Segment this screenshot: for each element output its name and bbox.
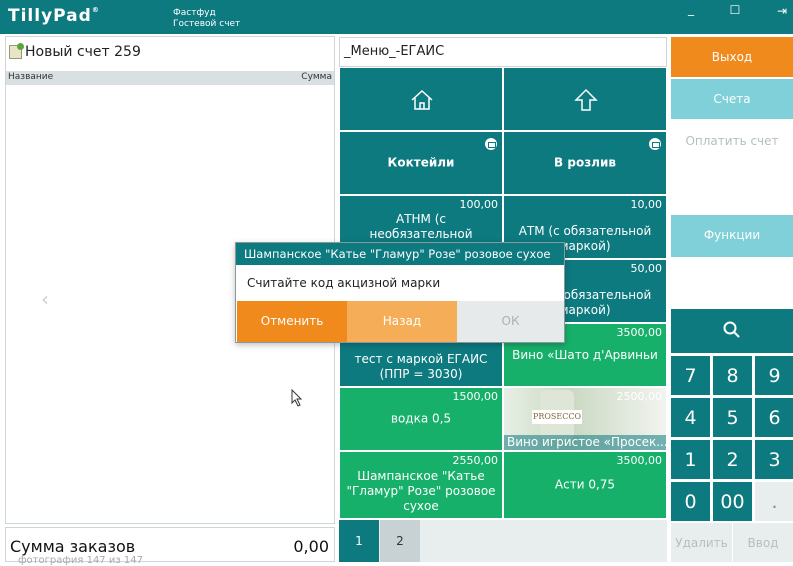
menu-up-button[interactable] bbox=[503, 67, 667, 131]
key-0[interactable]: 0 bbox=[670, 481, 711, 522]
order-total: Сумма заказов 0,00 фотография 147 из 147 bbox=[5, 527, 335, 566]
key-00[interactable]: 00 bbox=[712, 481, 753, 522]
total-label: Сумма заказов bbox=[10, 537, 136, 556]
folder-tile-draft[interactable]: В розлив bbox=[503, 131, 667, 195]
key-7[interactable]: 7 bbox=[670, 355, 711, 396]
bill-type: Гостевой счет bbox=[173, 19, 241, 29]
ok-button[interactable]: ОК bbox=[457, 301, 564, 342]
app-logo: TillyPad® bbox=[8, 6, 100, 26]
key-4[interactable]: 4 bbox=[670, 397, 711, 438]
order-title: Новый счет 259 bbox=[9, 43, 141, 60]
order-column-header: Название Сумма bbox=[6, 71, 334, 85]
dialog-title: Шампанское "Катье "Гламур" Розе" розовое… bbox=[236, 243, 564, 265]
search-button[interactable] bbox=[671, 309, 793, 353]
menu-item-tile[interactable]: 1500,00 водка 0,5 bbox=[339, 387, 503, 451]
item-name: Вино игристое «Просек... bbox=[504, 435, 666, 450]
maximize-icon[interactable]: ☐ bbox=[724, 3, 746, 17]
minimize-icon[interactable]: _ bbox=[680, 2, 702, 16]
pay-bill-button[interactable]: Оплатить счет bbox=[671, 121, 793, 161]
bottle-brand: PROSECCO bbox=[532, 410, 582, 424]
key-5[interactable]: 5 bbox=[712, 397, 753, 438]
item-name: водка 0,5 bbox=[390, 411, 452, 426]
bills-button[interactable]: Счета bbox=[671, 79, 793, 119]
item-price: 1500,00 bbox=[452, 390, 499, 403]
search-icon bbox=[723, 321, 740, 338]
folder-label: В розлив bbox=[554, 155, 616, 170]
key-2[interactable]: 2 bbox=[712, 439, 753, 480]
station-info: Фастфуд Гостевой счет bbox=[173, 8, 240, 30]
item-price: 50,00 bbox=[630, 262, 663, 275]
up-arrow-icon bbox=[574, 88, 598, 111]
key-3[interactable]: 3 bbox=[754, 439, 793, 480]
menu-title: _Меню_-ЕГАИС bbox=[339, 37, 667, 67]
exit-icon[interactable]: ⇥ bbox=[771, 4, 793, 18]
item-name: тест с маркой ЕГАИС (ППР = 3030) bbox=[354, 352, 488, 381]
home-icon bbox=[411, 89, 433, 110]
order-title-text: Новый счет 259 bbox=[25, 44, 141, 60]
bill-icon bbox=[9, 43, 24, 59]
folder-icon bbox=[649, 138, 661, 150]
folder-tile-cocktails[interactable]: Коктейли bbox=[339, 131, 503, 195]
page-1-button[interactable]: 1 bbox=[339, 520, 379, 562]
menu-item-tile-prosecco[interactable]: PROSECCO 2500,00 Вино игристое «Просек..… bbox=[503, 387, 667, 451]
page-2-button[interactable]: 2 bbox=[380, 520, 420, 562]
station-name: Фастфуд bbox=[173, 8, 216, 18]
item-price: 3500,00 bbox=[616, 454, 663, 467]
enter-button[interactable]: Ввод bbox=[733, 523, 793, 562]
exit-button[interactable]: Выход bbox=[671, 37, 793, 77]
key-6[interactable]: 6 bbox=[754, 397, 793, 438]
item-name: Асти 0,75 bbox=[554, 477, 616, 492]
cancel-button[interactable]: Отменить bbox=[237, 301, 347, 342]
title-bar: TillyPad® Фастфуд Гостевой счет _ ☐ ⇥ bbox=[0, 0, 793, 34]
item-price: 10,00 bbox=[630, 198, 663, 211]
menu-item-tile[interactable]: 2550,00 Шампанское "Катье "Гламур" Розе"… bbox=[339, 451, 503, 519]
item-price: 3500,00 bbox=[616, 326, 663, 339]
delete-button[interactable]: Удалить bbox=[671, 523, 732, 562]
back-button[interactable]: Назад bbox=[347, 301, 457, 342]
mouse-cursor-icon bbox=[291, 389, 303, 407]
item-price: 2500,00 bbox=[616, 390, 663, 403]
item-price: 2550,00 bbox=[452, 454, 499, 467]
chevron-left-icon[interactable]: ‹ bbox=[41, 287, 49, 311]
folder-icon bbox=[485, 138, 497, 150]
menu-item-tile[interactable]: 3500,00 Асти 0,75 bbox=[503, 451, 667, 519]
total-value: 0,00 bbox=[293, 537, 329, 556]
key-8[interactable]: 8 bbox=[712, 355, 753, 396]
column-sum: Сумма bbox=[301, 72, 332, 82]
item-name: Шампанское "Катье "Гламур" Розе" розовое… bbox=[346, 469, 496, 513]
dialog-message: Считайте код акцизной марки bbox=[247, 276, 441, 290]
item-name: АТНМ (с необязательной bbox=[369, 212, 473, 241]
menu-home-button[interactable] bbox=[339, 67, 503, 131]
menu-pagination: 1 2 bbox=[339, 520, 667, 562]
photo-caption: фотография 147 из 147 bbox=[18, 555, 143, 566]
item-price: 100,00 bbox=[459, 198, 499, 211]
folder-label: Коктейли bbox=[387, 155, 455, 170]
functions-button[interactable]: Функции bbox=[671, 215, 793, 257]
item-name: Вино «Шато д'Арвиньи bbox=[512, 348, 658, 362]
key-decimal[interactable]: . bbox=[754, 481, 793, 522]
key-1[interactable]: 1 bbox=[670, 439, 711, 480]
column-name: Название bbox=[8, 72, 54, 82]
key-9[interactable]: 9 bbox=[754, 355, 793, 396]
excise-stamp-dialog: Шампанское "Катье "Гламур" Розе" розовое… bbox=[235, 242, 565, 343]
